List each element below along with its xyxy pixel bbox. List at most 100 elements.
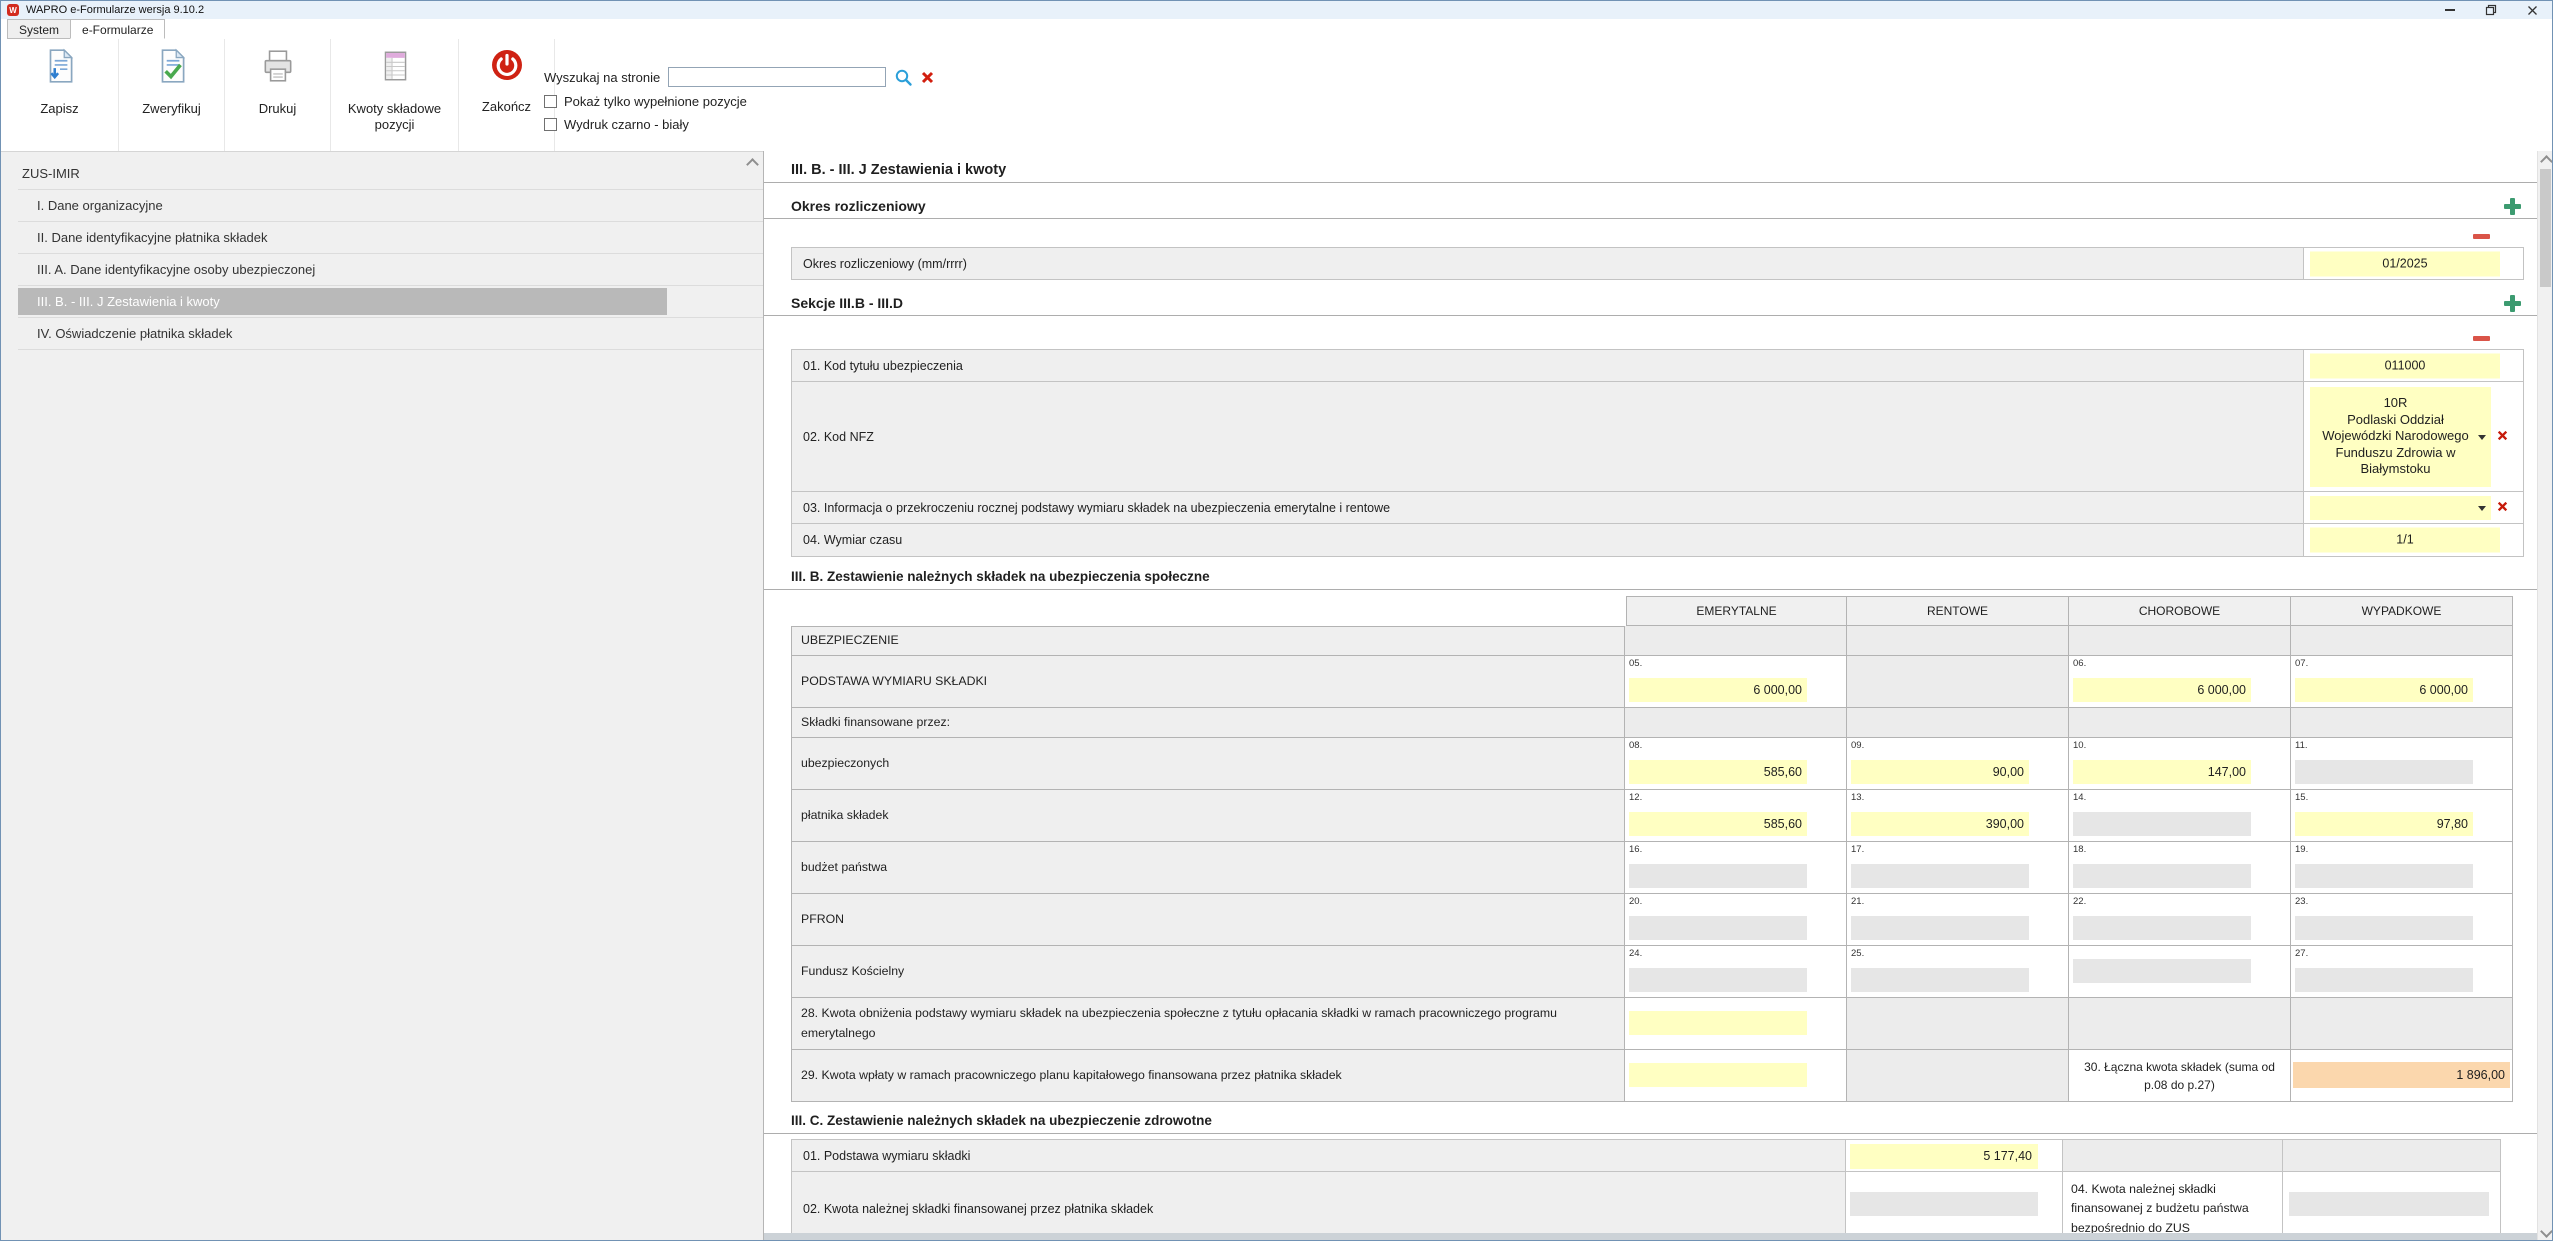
table-cell: 05.6 000,00 xyxy=(1625,656,1847,708)
cell-input[interactable]: 585,60 xyxy=(1629,760,1807,784)
wymiar-czasu-input[interactable]: 1/1 xyxy=(2310,528,2500,553)
bw-print-checkbox[interactable] xyxy=(544,118,557,131)
remove-section-icon[interactable] xyxy=(2473,336,2490,341)
sidebar-item-1[interactable]: I. Dane organizacyjne xyxy=(18,190,763,222)
app-logo-icon: W xyxy=(7,4,19,16)
sidebar-item-label: IV. Oświadczenie płatnika składek xyxy=(37,326,232,341)
table-cell: 27. xyxy=(2291,946,2513,998)
clear-field-icon[interactable] xyxy=(2497,499,2508,517)
przekroczenie-select[interactable] xyxy=(2310,496,2491,520)
cell-input[interactable] xyxy=(1629,1063,1807,1087)
clear-search-icon[interactable] xyxy=(921,71,934,84)
dropdown-arrow-icon[interactable] xyxy=(2478,506,2486,511)
table-cell: 23. xyxy=(2291,894,2513,946)
social-insurance-table: EMERYTALNERENTOWECHOROBOWEWYPADKOWEUBEZP… xyxy=(791,596,2513,1102)
tab-system[interactable]: System xyxy=(7,19,71,39)
cell-number: 08. xyxy=(1629,740,1642,751)
scroll-up-icon[interactable] xyxy=(2542,157,2551,166)
scroll-down-icon[interactable] xyxy=(2542,1227,2551,1236)
add-section-icon[interactable] xyxy=(2504,198,2521,215)
cell-input[interactable]: 90,00 xyxy=(1851,760,2029,784)
kod-tytulu-label: 01. Kod tytułu ubezpieczenia xyxy=(792,350,2304,381)
cell-input[interactable]: 390,00 xyxy=(1851,812,2029,836)
row-label: budżet państwa xyxy=(791,842,1625,894)
przekroczenie-label: 03. Informacja o przekroczeniu rocznej p… xyxy=(792,492,2304,523)
sidebar-item-2[interactable]: II. Dane identyfikacyjne płatnika składe… xyxy=(18,222,763,254)
cell-input[interactable]: 6 000,00 xyxy=(2295,678,2473,702)
table-cell: 07.6 000,00 xyxy=(2291,656,2513,708)
sidebar-item-4[interactable]: III. B. - III. J Zestawienia i kwoty xyxy=(18,286,763,318)
cell-input: 1 896,00 xyxy=(2293,1062,2510,1088)
health-table-title: III. C. Zestawienie należnych składek na… xyxy=(791,1110,2537,1132)
clear-field-icon[interactable] xyxy=(2497,428,2508,446)
filled-only-option: Pokaż tylko wypełnione pozycje xyxy=(544,93,934,110)
cell-input[interactable]: 147,00 xyxy=(2073,760,2251,784)
tab-e-formularze[interactable]: e-Formularze xyxy=(70,19,165,39)
bw-print-label: Wydruk czarno - biały xyxy=(564,117,689,132)
amounts-table-icon xyxy=(376,47,414,90)
sidebar-item-5[interactable]: IV. Oświadczenie płatnika składek xyxy=(18,318,763,350)
cell-number: 20. xyxy=(1629,896,1642,907)
verify-button[interactable]: Zweryfikuj xyxy=(119,39,225,151)
sidebar-item-label: II. Dane identyfikacyjne płatnika składe… xyxy=(37,230,268,245)
table-cell: 17. xyxy=(1847,842,2069,894)
window-controls xyxy=(2444,4,2538,16)
sidebar-scroll-up-icon[interactable] xyxy=(748,160,757,169)
component-amounts-button-label: Kwoty składowe pozycji xyxy=(331,101,458,133)
health-basis-input[interactable]: 5 177,40 xyxy=(1850,1144,2038,1169)
sidebar-selected-highlight: III. B. - III. J Zestawienia i kwoty xyxy=(18,288,667,315)
table-cell xyxy=(1847,1050,2069,1102)
table-cell: 08. 585,60 xyxy=(1625,738,1847,790)
save-button[interactable]: Zapisz xyxy=(1,39,119,151)
sidebar-root-label: ZUS-IMIR xyxy=(22,166,80,181)
cell-input[interactable]: 6 000,00 xyxy=(2073,678,2251,702)
okres-input[interactable]: 01/2025 xyxy=(2310,251,2500,276)
column-header-wypadkowe: WYPADKOWE xyxy=(2291,596,2513,626)
cell-number: 23. xyxy=(2295,896,2308,907)
search-input[interactable] xyxy=(668,67,886,87)
component-amounts-button[interactable]: Kwoty składowe pozycji xyxy=(331,39,459,151)
cell-input[interactable]: 97,80 xyxy=(2295,812,2473,836)
cell-input xyxy=(1629,864,1807,888)
sidebar-item-3[interactable]: III. A. Dane identyfikacyjne osoby ubezp… xyxy=(18,254,763,286)
remove-section-icon[interactable] xyxy=(2473,234,2490,239)
sidebar-item-label: I. Dane organizacyjne xyxy=(37,198,163,213)
kod-tytulu-input[interactable]: 011000 xyxy=(2310,353,2500,378)
page-title: III. B. - III. J Zestawienia i kwoty xyxy=(791,159,2537,181)
bottom-scroll-strip[interactable] xyxy=(764,1233,2537,1241)
okres-section-header: Okres rozliczeniowy xyxy=(791,195,2537,217)
add-section-icon[interactable] xyxy=(2504,295,2521,312)
table-cell: 22. xyxy=(2069,894,2291,946)
exit-button[interactable]: Zakończ xyxy=(459,39,555,151)
search-label: Wyszukaj na stronie xyxy=(544,70,660,85)
sidebar-item-label: III. A. Dane identyfikacyjne osoby ubezp… xyxy=(37,262,315,277)
table-cell xyxy=(2069,998,2291,1050)
restore-icon[interactable] xyxy=(2485,4,2497,16)
scrollbar-thumb[interactable] xyxy=(2540,169,2551,287)
divider-rule xyxy=(764,1133,2537,1134)
table-cell: 09.90,00 xyxy=(1847,738,2069,790)
kod-nfz-select[interactable]: 10R Podlaski Oddział Wojewódzki Narodowe… xyxy=(2310,387,2491,487)
power-icon xyxy=(489,47,525,88)
health-insurance-table: 01. Podstawa wymiaru składki 5 177,40 02… xyxy=(791,1139,2501,1241)
okres-field-row: Okres rozliczeniowy (mm/rrrr) 01/2025 xyxy=(791,247,2524,280)
main-panel: III. B. - III. J Zestawienia i kwoty Okr… xyxy=(764,151,2537,1241)
table-row: PODSTAWA WYMIARU SKŁADKI05.6 000,0006.6 … xyxy=(791,656,2513,708)
total-label: 30. Łączna kwota składek (suma od p.08 d… xyxy=(2083,1058,2276,1094)
row-label: UBEZPIECZENIE xyxy=(791,626,1625,656)
column-header-rentowe: RENTOWE xyxy=(1847,596,2069,626)
cell-input[interactable] xyxy=(1629,1011,1807,1035)
minimize-icon[interactable] xyxy=(2444,4,2456,16)
cell-input[interactable]: 585,60 xyxy=(1629,812,1807,836)
table-row: Fundusz Kościelny24.25.27. xyxy=(791,946,2513,998)
sidebar-item-root[interactable]: ZUS-IMIR xyxy=(18,158,763,190)
dropdown-arrow-icon[interactable] xyxy=(2478,435,2486,440)
filled-only-checkbox[interactable] xyxy=(544,95,557,108)
health-row1-label: 01. Podstawa wymiaru składki xyxy=(791,1139,1846,1172)
close-icon[interactable] xyxy=(2526,4,2538,16)
divider-rule xyxy=(764,182,2537,183)
cell-input[interactable]: 6 000,00 xyxy=(1629,678,1807,702)
vertical-scrollbar[interactable] xyxy=(2537,151,2553,1241)
print-button[interactable]: Drukuj xyxy=(225,39,331,151)
search-icon[interactable] xyxy=(894,68,913,87)
